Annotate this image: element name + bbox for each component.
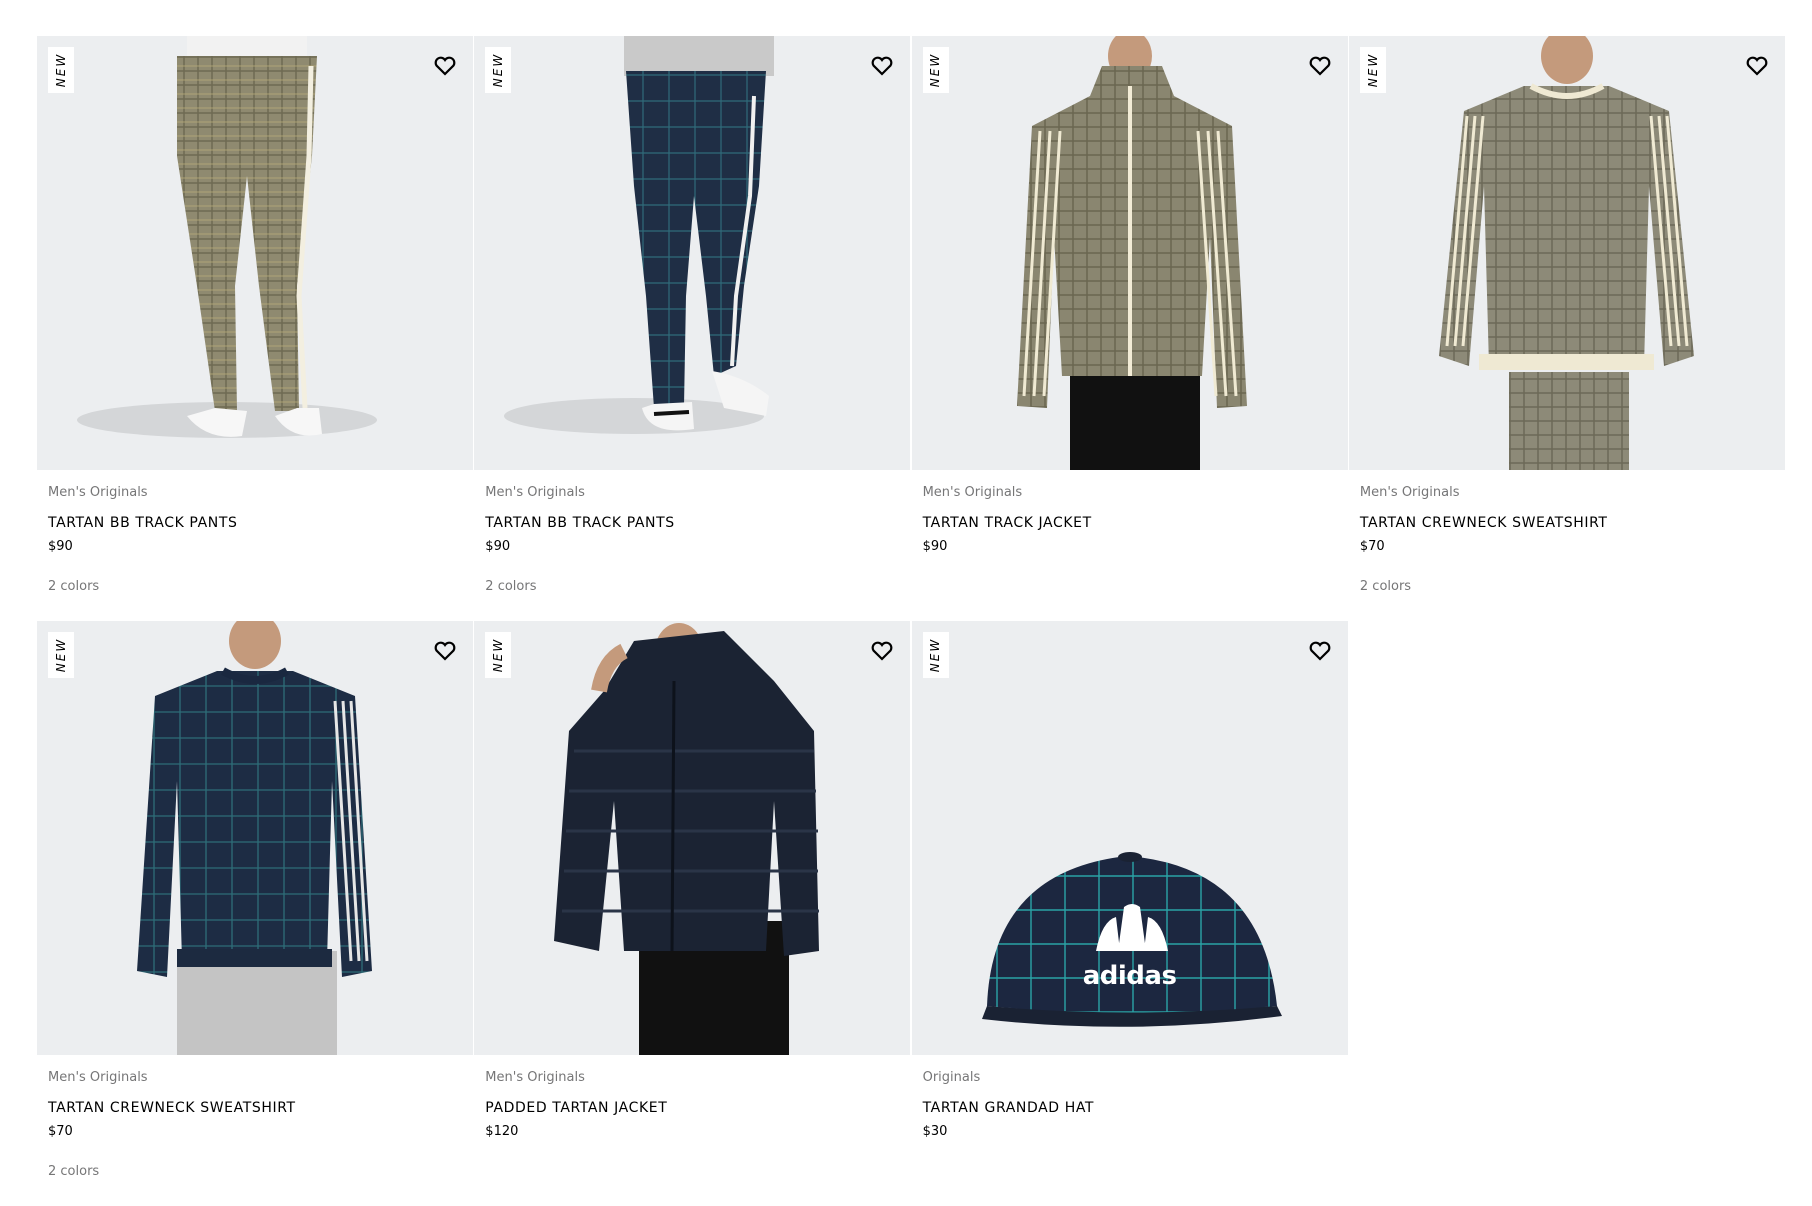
product-name[interactable]: TARTAN CREWNECK SWEATSHIRT bbox=[1360, 514, 1774, 532]
product-image-tartan-track-jacket bbox=[1016, 36, 1247, 470]
product-name[interactable]: PADDED TARTAN JACKET bbox=[485, 1099, 899, 1117]
product-image[interactable]: NEW bbox=[37, 621, 473, 1055]
product-image-tartan-crewneck-navy bbox=[137, 621, 372, 1055]
heart-outline-icon[interactable] bbox=[1743, 52, 1771, 80]
new-badge: NEW bbox=[1359, 47, 1386, 93]
product-image[interactable]: adidas NEW bbox=[911, 621, 1348, 1055]
product-card[interactable]: NEW Men's Originals PADDED TARTAN JACKET… bbox=[474, 621, 911, 1206]
product-card[interactable]: NEW Men's Originals TARTAN CREWNECK SWEA… bbox=[37, 621, 473, 1206]
heart-outline-icon[interactable] bbox=[431, 52, 459, 80]
new-badge: NEW bbox=[485, 632, 512, 678]
product-image[interactable]: NEW bbox=[474, 36, 911, 470]
new-badge: NEW bbox=[922, 632, 949, 678]
product-colors-count: 2 colors bbox=[48, 579, 100, 594]
product-image[interactable]: NEW bbox=[1348, 36, 1785, 470]
product-division: Men's Originals bbox=[485, 1070, 585, 1085]
adidas-logo: adidas bbox=[1082, 961, 1177, 991]
product-colors-count bbox=[485, 1163, 899, 1181]
heart-outline-icon[interactable] bbox=[868, 637, 896, 665]
product-price: $90 bbox=[922, 539, 948, 554]
product-card[interactable]: NEW Men's Originals TARTAN BB TRACK PANT… bbox=[37, 36, 473, 621]
product-price: $120 bbox=[485, 1124, 519, 1139]
new-badge: NEW bbox=[485, 47, 512, 93]
product-division: Men's Originals bbox=[485, 485, 585, 500]
product-colors-count bbox=[923, 578, 1337, 596]
product-image[interactable]: NEW bbox=[37, 36, 473, 470]
product-price: $70 bbox=[1359, 539, 1385, 554]
product-card[interactable]: NEW Men's Originals TARTAN BB TRACK PANT… bbox=[474, 36, 911, 621]
product-image-tartan-pants-navy bbox=[504, 36, 775, 434]
heart-outline-icon[interactable] bbox=[1306, 52, 1334, 80]
product-image-tartan-crewneck-tan bbox=[1438, 36, 1694, 470]
heart-outline-icon[interactable] bbox=[1306, 637, 1334, 665]
product-colors-count: 2 colors bbox=[1359, 579, 1412, 594]
product-colors-count: 2 colors bbox=[485, 579, 537, 594]
product-price: $90 bbox=[48, 539, 73, 554]
product-grid: NEW Men's Originals TARTAN BB TRACK PANT… bbox=[37, 36, 1785, 1206]
product-name[interactable]: TARTAN BB TRACK PANTS bbox=[485, 514, 899, 532]
new-badge: NEW bbox=[48, 47, 74, 93]
product-colors-count bbox=[923, 1163, 1337, 1181]
product-name[interactable]: TARTAN CREWNECK SWEATSHIRT bbox=[48, 1099, 462, 1117]
product-card[interactable]: NEW Men's Originals TARTAN TRACK JACKET … bbox=[911, 36, 1348, 621]
product-image-padded-tartan-jacket bbox=[554, 623, 820, 1055]
heart-outline-icon[interactable] bbox=[868, 52, 896, 80]
product-price: $70 bbox=[48, 1124, 73, 1139]
product-name[interactable]: TARTAN TRACK JACKET bbox=[923, 514, 1337, 532]
product-colors-count: 2 colors bbox=[48, 1164, 100, 1179]
product-name[interactable]: TARTAN BB TRACK PANTS bbox=[48, 514, 462, 532]
new-badge: NEW bbox=[922, 47, 949, 93]
product-price: $90 bbox=[485, 539, 511, 554]
product-division: Men's Originals bbox=[48, 485, 148, 500]
product-division: Men's Originals bbox=[48, 1070, 148, 1085]
product-division: Men's Originals bbox=[922, 485, 1023, 500]
new-badge: NEW bbox=[48, 632, 74, 678]
product-division: Men's Originals bbox=[1359, 485, 1460, 500]
product-card[interactable]: NEW Men's Originals TARTAN CREWNECK SWEA… bbox=[1348, 36, 1785, 621]
product-price: $30 bbox=[922, 1124, 948, 1139]
product-image[interactable]: NEW bbox=[911, 36, 1348, 470]
product-image-tartan-pants-tan bbox=[77, 36, 377, 438]
product-card[interactable]: adidas NEW Originals TARTAN GRANDAD HAT … bbox=[911, 621, 1348, 1206]
product-division: Originals bbox=[922, 1070, 981, 1085]
product-name[interactable]: TARTAN GRANDAD HAT bbox=[923, 1099, 1337, 1117]
product-image[interactable]: NEW bbox=[474, 621, 911, 1055]
heart-outline-icon[interactable] bbox=[431, 637, 459, 665]
